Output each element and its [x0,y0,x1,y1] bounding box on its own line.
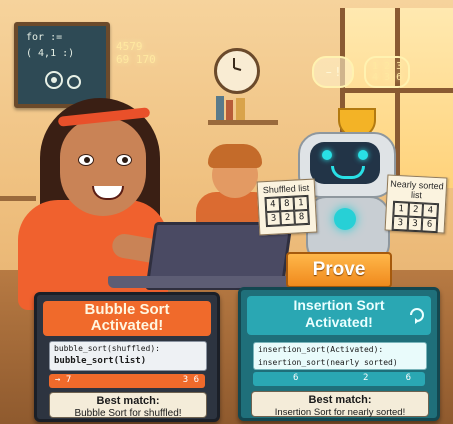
wall-clock [214,48,260,94]
insertion-sort-best-match: Best match: Insertion Sort for nearly so… [251,391,429,418]
girl-face [60,118,146,216]
shelf [0,196,36,201]
progress-start: 6 [293,373,299,383]
bubble-sort-best-match: Best match: Bubble Sort for shuffled! [49,392,207,419]
insertion-sort-panel: Insertion Sort Activated! insertion_sort… [238,287,440,421]
chalkboard-line-2: ( 4,1 :) [26,48,75,59]
insertion-sort-activated: Activated! [305,314,373,330]
chalkboard-line-1: for := [26,32,63,43]
card-cell: 3 [407,216,423,232]
chalkboard: for := ( 4,1 :) [14,22,110,108]
book [216,96,224,120]
clock-icon [233,58,242,71]
robot-eye-right [358,150,368,160]
card-cell: 8 [294,209,309,225]
shelf [208,120,278,125]
bubble-sort-code: bubble_sort(shuffled): bubble_sort(list) [49,341,207,371]
code-line: bubble_sort(shuffled): [54,344,160,353]
card-cell: 6 [421,217,438,233]
card-cell: 3 [266,211,281,227]
code-line: insertion_sort(nearly sorted) [258,358,398,367]
floating-numbers-left: 4579 69 170 [116,40,156,66]
card-cell: 1 [293,195,309,211]
insertion-sort-title: Insertion Sort [293,297,385,313]
bubble-sort-title: Bubble Sort [84,301,170,318]
card-cell: 1 [393,201,409,217]
card-cell: 3 [392,215,408,231]
robot-core [334,208,356,230]
code-line: bubble_sort(list) [54,356,147,366]
refresh-icon [410,308,424,324]
card-grid: 1 2 4 3 3 6 [391,200,440,234]
robot-eye-left [322,150,332,160]
insertion-sort-progress: 6 2 6 [253,372,425,386]
floating-numbers-right: 1 2 3 4 3 6 [364,56,411,88]
best-match-value: Insertion Sort for nearly sorted! [274,407,406,418]
insertion-sort-code: insertion_sort(Activated): insertion_sor… [253,342,427,370]
girl-eye-left [78,154,94,166]
progress-mid: 2 [363,373,369,383]
book [236,98,245,120]
book [226,100,233,120]
bubble-sort-panel: Bubble Sort Activated! bubble_sort(shuff… [34,292,220,422]
prove-button[interactable]: Prove [286,252,392,288]
best-match-label: Best match: [308,394,372,406]
card-cell: 4 [265,197,281,213]
card-title: Shuffled list [262,182,310,196]
nearly-sorted-list-card: Nearly sorted list 1 2 4 3 3 6 [384,174,448,234]
progress-end: 6 [405,373,411,383]
gear-icon [45,71,81,89]
insertion-sort-banner: Insertion Sort Activated! [247,296,431,335]
girl-eye-right [116,154,132,166]
bubble-sort-activated: Activated! [90,317,164,334]
boy-hair [208,144,262,168]
shuffled-list-card: Shuffled list 4 8 1 3 2 8 [256,178,318,236]
card-cell: 2 [407,202,424,218]
best-match-label: Best match: [96,395,160,407]
game-scene: for := ( 4,1 :) 4579 69 170 – ! 1 2 3 4 … [0,0,453,424]
progress-start: → 7 [55,375,72,385]
progress-end: 3 6 [182,375,199,385]
bubble-sort-banner: Bubble Sort Activated! [43,301,211,336]
card-title: Nearly sorted list [390,178,444,201]
card-cell: 8 [279,196,295,212]
card-grid: 4 8 1 3 2 8 [264,194,310,228]
speech-bubble: – ! [312,56,354,88]
code-line: insertion_sort(Activated): [258,345,384,354]
bubble-sort-progress: → 7 3 6 [49,374,205,388]
best-match-value: Bubble Sort for shuffled! [74,408,182,419]
card-cell: 4 [422,203,439,219]
card-cell: 2 [280,210,295,226]
